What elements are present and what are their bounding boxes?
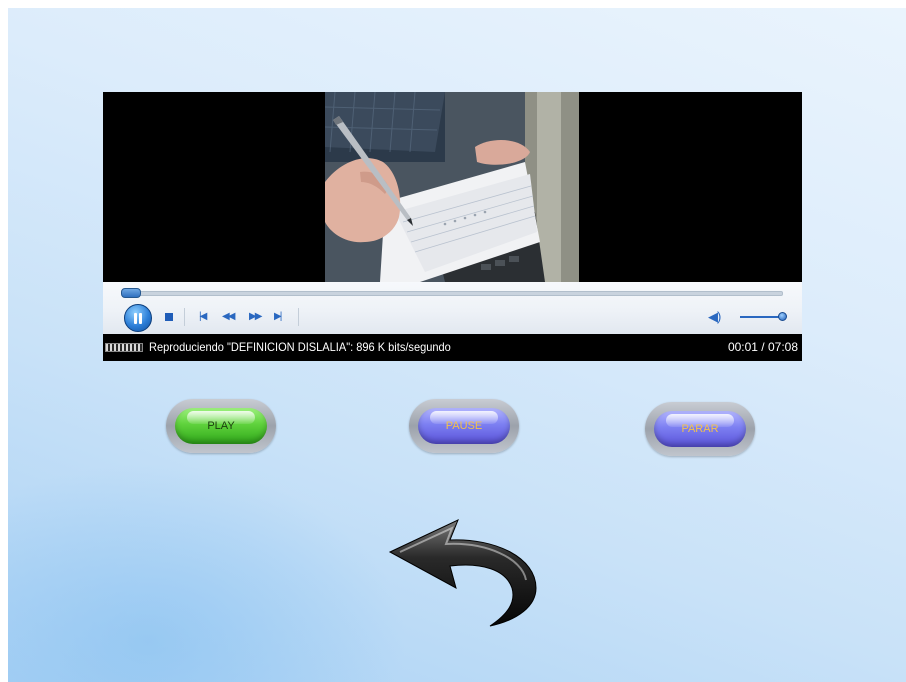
page-background: |◀ ◀◀ ▶▶ ▶| ◀) Reproduciendo "DEFINICION… bbox=[8, 8, 906, 682]
pause-button[interactable]: PAUSE bbox=[409, 399, 519, 453]
pause-button-face[interactable]: PAUSE bbox=[418, 408, 510, 444]
fast-forward-icon[interactable]: ▶▶ bbox=[249, 312, 262, 322]
status-text: Reproduciendo "DEFINICION DISLALIA": 896… bbox=[149, 340, 451, 354]
stop-button-label: PARAR bbox=[681, 423, 719, 435]
play-button-label: PLAY bbox=[207, 420, 235, 432]
video-still-writing-hand bbox=[325, 92, 579, 282]
volume-thumb[interactable] bbox=[778, 312, 787, 321]
buffering-icon bbox=[105, 343, 143, 352]
back-arrow-icon[interactable] bbox=[386, 518, 546, 633]
stop-icon[interactable] bbox=[165, 313, 173, 321]
status-bar: Reproduciendo "DEFINICION DISLALIA": 896… bbox=[103, 334, 802, 361]
video-frame bbox=[325, 92, 579, 282]
control-separator bbox=[184, 308, 185, 326]
pause-icon[interactable] bbox=[124, 304, 152, 332]
control-separator bbox=[298, 308, 299, 326]
pause-button-label: PAUSE bbox=[445, 420, 483, 432]
next-icon[interactable]: ▶| bbox=[274, 312, 282, 322]
media-player: |◀ ◀◀ ▶▶ ▶| ◀) Reproduciendo "DEFINICION… bbox=[103, 92, 802, 361]
player-control-bar: |◀ ◀◀ ▶▶ ▶| ◀) bbox=[103, 282, 802, 334]
seek-bar[interactable] bbox=[125, 291, 783, 296]
stop-button[interactable]: PARAR bbox=[645, 402, 755, 456]
seek-thumb[interactable] bbox=[121, 288, 141, 298]
rewind-icon[interactable]: ◀◀ bbox=[222, 312, 235, 322]
volume-icon[interactable]: ◀) bbox=[708, 309, 721, 325]
video-display[interactable] bbox=[103, 92, 802, 282]
stop-button-face[interactable]: PARAR bbox=[654, 411, 746, 447]
play-button[interactable]: PLAY bbox=[166, 399, 276, 453]
time-display: 00:01 / 07:08 bbox=[727, 340, 798, 354]
volume-slider[interactable] bbox=[740, 316, 782, 318]
previous-icon[interactable]: |◀ bbox=[199, 312, 207, 322]
play-button-face[interactable]: PLAY bbox=[175, 408, 267, 444]
